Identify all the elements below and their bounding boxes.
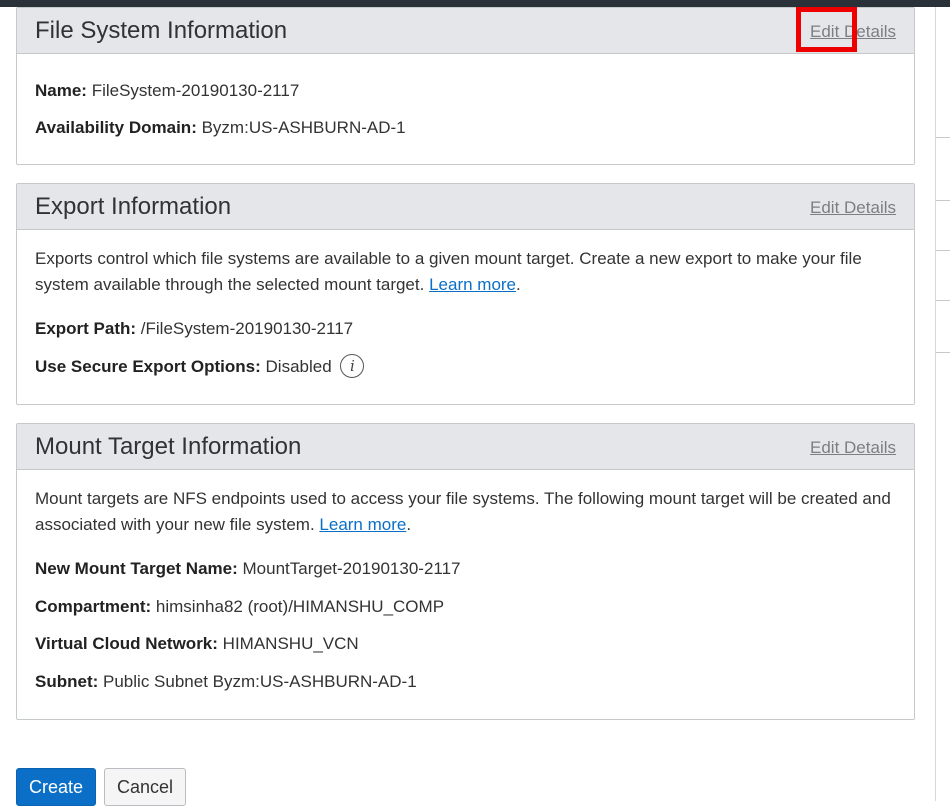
file-system-name: Name: FileSystem-20190130-2117 — [35, 80, 299, 102]
export-title: Export Information — [35, 193, 232, 220]
highlight-annotation — [796, 7, 857, 52]
file-system-panel: File System Information Edit Details Nam… — [16, 7, 915, 165]
mount-target-description-text: Mount targets are NFS endpoints used to … — [35, 489, 891, 534]
export-path-value: /FileSystem-20190130-2117 — [140, 319, 354, 338]
export-description-period: . — [516, 275, 521, 294]
background-divider — [936, 250, 950, 251]
subnet: Subnet: Public Subnet Byzm:US-ASHBURN-AD… — [35, 671, 417, 693]
background-divider — [936, 300, 950, 301]
export-learn-more-link[interactable]: Learn more — [429, 275, 516, 294]
mount-target-panel: Mount Target Information Edit Details Mo… — [16, 423, 915, 720]
virtual-cloud-network: Virtual Cloud Network: HIMANSHU_VCN — [35, 633, 359, 655]
background-divider — [936, 200, 950, 201]
subnet-value: Public Subnet Byzm:US-ASHBURN-AD-1 — [103, 672, 417, 691]
export-edit-details-link[interactable]: Edit Details — [810, 198, 896, 218]
mount-target-description: Mount targets are NFS endpoints used to … — [35, 486, 897, 538]
secure-export-value: Disabled — [265, 357, 332, 376]
file-system-name-label: Name: — [35, 81, 87, 100]
background-divider — [936, 137, 950, 138]
file-system-panel-header: File System Information Edit Details — [17, 8, 914, 54]
cancel-button[interactable]: Cancel — [104, 768, 186, 806]
file-system-name-value: FileSystem-20190130-2117 — [91, 81, 300, 100]
mount-target-learn-more-link[interactable]: Learn more — [319, 515, 406, 534]
export-path-label: Export Path: — [35, 319, 137, 338]
mount-target-name: New Mount Target Name: MountTarget-20190… — [35, 558, 461, 580]
scrollbar-track[interactable] — [935, 7, 950, 801]
export-description: Exports control which file systems are a… — [35, 246, 897, 298]
mount-target-name-value: MountTarget-20190130-2117 — [242, 559, 461, 578]
export-panel: Export Information Edit Details Exports … — [16, 183, 915, 405]
compartment-value: himsinha82 (root)/HIMANSHU_COMP — [155, 597, 445, 616]
compartment: Compartment: himsinha82 (root)/HIMANSHU_… — [35, 596, 444, 618]
availability-domain: Availability Domain: Byzm:US-ASHBURN-AD-… — [35, 117, 406, 139]
export-panel-header: Export Information Edit Details — [17, 184, 914, 230]
availability-domain-label: Availability Domain: — [35, 118, 197, 137]
mount-target-description-period: . — [406, 515, 412, 534]
mount-target-edit-details-link[interactable]: Edit Details — [810, 438, 896, 458]
create-button[interactable]: Create — [16, 768, 96, 806]
vcn-value: HIMANSHU_VCN — [222, 634, 359, 653]
export-path: Export Path: /FileSystem-20190130-2117 — [35, 318, 353, 340]
secure-export-options: Use Secure Export Options: Disabled i — [35, 354, 365, 379]
info-icon[interactable]: i — [340, 354, 365, 379]
top-bar — [0, 0, 950, 7]
vcn-label: Virtual Cloud Network: — [35, 634, 218, 653]
compartment-label: Compartment: — [35, 597, 152, 616]
availability-domain-value: Byzm:US-ASHBURN-AD-1 — [201, 118, 406, 137]
file-system-title: File System Information — [35, 17, 288, 44]
mount-target-panel-header: Mount Target Information Edit Details — [17, 424, 914, 470]
mount-target-name-label: New Mount Target Name: — [35, 559, 238, 578]
subnet-label: Subnet: — [35, 672, 99, 691]
background-divider — [936, 352, 950, 353]
mount-target-title: Mount Target Information — [35, 433, 302, 460]
secure-export-label: Use Secure Export Options: — [35, 357, 261, 376]
